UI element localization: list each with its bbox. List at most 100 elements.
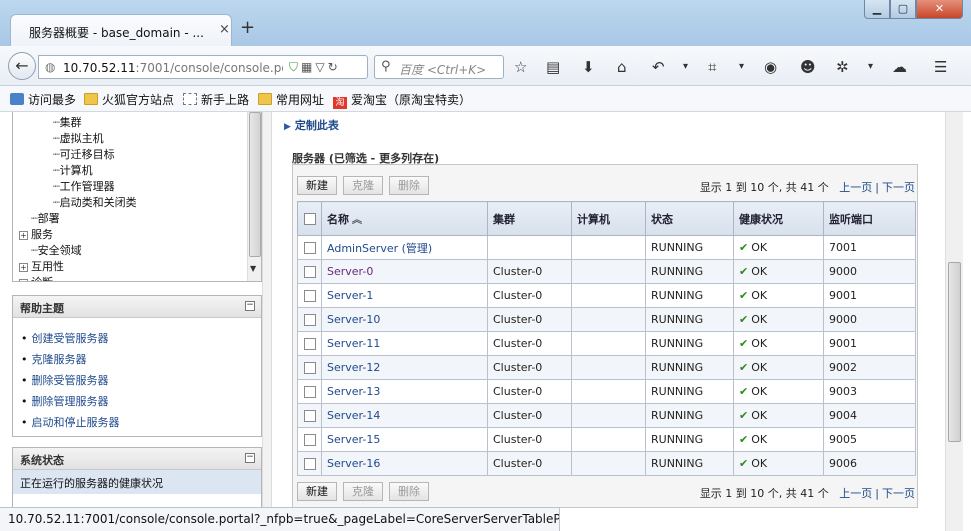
- tree-item[interactable]: + 互用性: [19, 258, 64, 274]
- collapse-icon[interactable]: −: [245, 301, 255, 311]
- bug-icon[interactable]: ✲: [836, 58, 849, 76]
- server-link[interactable]: Server-15: [327, 433, 380, 446]
- clone-button[interactable]: 克隆: [343, 482, 383, 501]
- server-link[interactable]: Server-10: [327, 313, 380, 326]
- new-button[interactable]: 新建: [297, 176, 337, 195]
- tree-item[interactable]: ┈启动类和关闭类: [53, 194, 137, 210]
- row-checkbox[interactable]: [303, 362, 316, 374]
- url-text[interactable]: 10.70.52.11:7001/console/console.por: [63, 61, 283, 75]
- bookmark-star-icon[interactable]: ☆: [514, 58, 527, 76]
- row-checkbox[interactable]: [303, 314, 316, 326]
- column-header-port[interactable]: 监听端口: [823, 201, 916, 236]
- row-checkbox[interactable]: [303, 290, 316, 302]
- download-icon[interactable]: ⬇: [582, 58, 595, 76]
- tree-item[interactable]: ┈可迁移目标: [53, 146, 115, 162]
- collapse-icon[interactable]: −: [245, 453, 255, 463]
- tree-item[interactable]: ┈计算机: [53, 162, 93, 178]
- customize-table-link[interactable]: ▶ 定制此表: [284, 117, 339, 133]
- column-header-cluster[interactable]: 集群: [487, 201, 572, 236]
- prev-page-link[interactable]: 上一页: [839, 181, 872, 194]
- sort-ascending-icon[interactable]: ︽: [352, 215, 362, 226]
- help-link[interactable]: • 删除受管服务器: [21, 372, 109, 388]
- row-checkbox[interactable]: [303, 434, 316, 446]
- reload-icon[interactable]: ↻: [328, 60, 341, 74]
- clone-button[interactable]: 克隆: [343, 176, 383, 195]
- sync-icon[interactable]: ☁: [892, 58, 907, 76]
- row-checkbox[interactable]: [303, 338, 316, 350]
- server-link[interactable]: Server-0: [327, 265, 373, 278]
- minimize-button[interactable]: ▁: [864, 0, 890, 19]
- expand-icon[interactable]: +: [19, 263, 28, 272]
- tree-scrollbar[interactable]: ▼: [247, 112, 261, 281]
- tree-item[interactable]: ┈安全领域: [31, 242, 82, 258]
- expand-icon[interactable]: +: [19, 279, 28, 281]
- reading-list-icon[interactable]: ▤: [546, 58, 560, 76]
- help-link[interactable]: • 克隆服务器: [21, 351, 87, 367]
- url-bar[interactable]: ◍ 10.70.52.11:7001/console/console.por ⛉…: [38, 55, 368, 79]
- scrollbar-thumb[interactable]: [948, 262, 961, 442]
- column-header-name[interactable]: 名称 ︽: [321, 201, 488, 236]
- bookmark-item[interactable]: 火狐官方站点: [84, 91, 174, 108]
- emoji-icon[interactable]: ☻: [800, 58, 816, 76]
- bookmark-item[interactable]: 访问最多: [10, 91, 76, 108]
- row-checkbox[interactable]: [303, 410, 316, 422]
- server-link[interactable]: Server-12: [327, 361, 380, 374]
- new-button[interactable]: 新建: [297, 482, 337, 501]
- tree-item[interactable]: ┈工作管理器: [53, 178, 115, 194]
- column-header-health[interactable]: 健康状况: [733, 201, 824, 236]
- tree-item[interactable]: ┈虚拟主机: [53, 130, 104, 146]
- scroll-down-icon[interactable]: ▼: [250, 264, 256, 273]
- title-bar: 服务器概要 - base_domain - ... × + ▁ ▢ ✕: [0, 0, 971, 46]
- row-checkbox[interactable]: [303, 458, 316, 470]
- search-box[interactable]: ⚲ 百度 <Ctrl+K>: [374, 55, 504, 79]
- help-link[interactable]: • 创建受管服务器: [21, 330, 109, 346]
- frame-divider[interactable]: [262, 112, 272, 531]
- server-link[interactable]: Server-16: [327, 457, 380, 470]
- qr-code-icon[interactable]: ▦: [301, 60, 315, 74]
- help-link[interactable]: • 启动和停止服务器: [21, 414, 120, 430]
- row-checkbox[interactable]: [303, 266, 316, 278]
- home-icon[interactable]: ⌂: [617, 58, 627, 76]
- server-link[interactable]: AdminServer (管理): [327, 242, 432, 255]
- crop-icon[interactable]: ⌗: [708, 58, 716, 76]
- scrollbar-thumb[interactable]: [249, 112, 261, 257]
- next-page-link[interactable]: 下一页: [882, 181, 915, 194]
- tree-item[interactable]: + 服务: [19, 226, 53, 242]
- new-tab-button[interactable]: +: [240, 17, 255, 38]
- back-button[interactable]: ←: [8, 52, 36, 80]
- server-link[interactable]: Server-1: [327, 289, 373, 302]
- select-all-checkbox[interactable]: [303, 213, 316, 225]
- page-scrollbar[interactable]: [945, 112, 963, 531]
- delete-button[interactable]: 删除: [389, 176, 429, 195]
- delete-button[interactable]: 删除: [389, 482, 429, 501]
- server-link[interactable]: Server-14: [327, 409, 380, 422]
- row-checkbox[interactable]: [303, 386, 316, 398]
- maximize-button[interactable]: ▢: [890, 0, 916, 19]
- tree-item[interactable]: ┈部署: [31, 210, 60, 226]
- server-link[interactable]: Server-11: [327, 337, 380, 350]
- column-header-machine[interactable]: 计算机: [571, 201, 646, 236]
- shield-icon[interactable]: ⛉: [289, 60, 301, 74]
- menu-icon[interactable]: ☰: [934, 58, 947, 76]
- help-link[interactable]: • 删除管理服务器: [21, 393, 109, 409]
- close-window-button[interactable]: ✕: [916, 0, 963, 19]
- column-header-state[interactable]: 状态: [645, 201, 734, 236]
- prev-page-link[interactable]: 上一页: [839, 487, 872, 500]
- chevron-down-icon[interactable]: ▾: [739, 61, 744, 72]
- dropdown-icon[interactable]: ▽: [315, 60, 327, 74]
- chevron-down-icon[interactable]: ▾: [868, 61, 873, 72]
- row-checkbox[interactable]: [303, 242, 316, 254]
- bookmark-item[interactable]: 常用网址: [258, 91, 324, 108]
- bookmark-item[interactable]: 新手上路: [183, 91, 249, 108]
- tab-close-icon[interactable]: ×: [219, 22, 230, 37]
- tree-item[interactable]: +诊断: [19, 274, 53, 281]
- chevron-down-icon[interactable]: ▾: [683, 61, 688, 72]
- chat-icon[interactable]: ◉: [764, 58, 777, 76]
- expand-icon[interactable]: +: [19, 231, 28, 240]
- server-link[interactable]: Server-13: [327, 385, 380, 398]
- undo-icon[interactable]: ↶: [652, 58, 665, 76]
- bookmark-item[interactable]: 淘爱淘宝（原淘宝特卖）: [333, 91, 471, 109]
- next-page-link[interactable]: 下一页: [882, 487, 915, 500]
- browser-tab[interactable]: 服务器概要 - base_domain - ... ×: [10, 14, 232, 46]
- tree-item[interactable]: ┈集群: [53, 114, 82, 130]
